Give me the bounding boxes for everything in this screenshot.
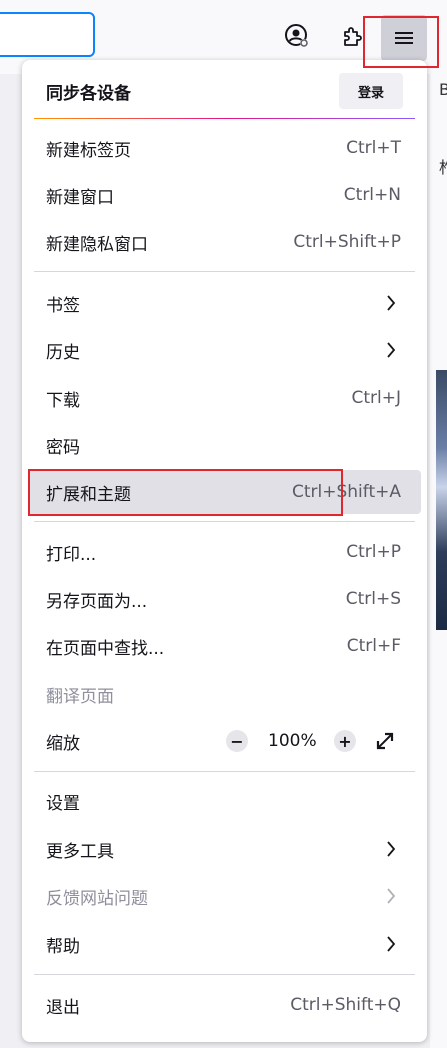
menu-separator xyxy=(34,974,415,975)
menu-separator xyxy=(34,271,415,272)
page-background-image xyxy=(436,370,447,630)
menu-item-print[interactable]: 打印... Ctrl+P xyxy=(28,530,421,574)
menu-item-settings[interactable]: 设置 xyxy=(28,779,421,823)
chevron-right-icon xyxy=(383,841,399,857)
accent-divider xyxy=(34,118,415,119)
account-button[interactable] xyxy=(275,14,319,58)
app-menu-panel: 同步各设备 登录 新建标签页 Ctrl+T 新建窗口 Ctrl+N 新建隐私窗口… xyxy=(22,60,427,1042)
menu-item-label: 更多工具 xyxy=(46,841,114,862)
menu-item-label: 书签 xyxy=(46,295,80,316)
chevron-right-icon xyxy=(383,342,399,358)
menu-item-history[interactable]: 历史 xyxy=(28,328,421,372)
hamburger-menu-icon xyxy=(395,32,413,44)
chevron-right-icon xyxy=(383,936,399,952)
menu-item-label: 翻译页面 xyxy=(46,686,114,707)
menu-item-addons-themes[interactable]: 扩展和主题 Ctrl+Shift+A xyxy=(28,470,421,514)
fullscreen-icon xyxy=(376,732,394,750)
menu-separator xyxy=(34,771,415,772)
menu-item-downloads[interactable]: 下载 Ctrl+J xyxy=(28,376,421,420)
signin-button[interactable]: 登录 xyxy=(339,73,403,109)
account-icon xyxy=(285,24,308,47)
menu-item-label: 打印... xyxy=(46,544,97,565)
menu-item-save-page-as[interactable]: 另存页面为... Ctrl+S xyxy=(28,577,421,621)
menu-item-shortcut: Ctrl+N xyxy=(343,185,401,205)
menu-item-label: 新建窗口 xyxy=(46,187,114,208)
chevron-right-icon xyxy=(383,888,399,904)
menu-item-bookmarks[interactable]: 书签 xyxy=(28,281,421,325)
menu-item-label: 反馈网站问题 xyxy=(46,888,148,909)
menu-item-shortcut: Ctrl+F xyxy=(346,636,401,656)
fullscreen-button[interactable] xyxy=(372,728,398,754)
menu-item-shortcut: Ctrl+Shift+A xyxy=(291,482,401,502)
menu-item-label: 新建标签页 xyxy=(46,140,131,161)
zoom-level[interactable]: 100% xyxy=(268,731,317,751)
menu-item-shortcut: Ctrl+S xyxy=(345,589,401,609)
menu-item-label: 扩展和主题 xyxy=(46,484,131,505)
puzzle-icon xyxy=(344,27,362,46)
menu-item-report-site-issue: 反馈网站问题 xyxy=(28,874,421,918)
menu-item-zoom: 缩放 − 100% + xyxy=(28,719,421,763)
menu-item-label: 在页面中查找... xyxy=(46,638,165,659)
zoom-in-button[interactable]: + xyxy=(334,730,356,752)
menu-item-label: 设置 xyxy=(46,793,80,814)
menu-item-shortcut: Ctrl+Shift+Q xyxy=(290,995,401,1015)
extensions-button[interactable] xyxy=(330,14,374,58)
menu-item-label: 退出 xyxy=(46,997,80,1018)
menu-item-label: 密码 xyxy=(46,437,80,458)
sync-title: 同步各设备 xyxy=(46,84,131,104)
menu-item-quit[interactable]: 退出 Ctrl+Shift+Q xyxy=(28,983,421,1027)
menu-item-label: 另存页面为... xyxy=(46,591,148,612)
menu-separator xyxy=(34,521,415,522)
background-text: B xyxy=(439,80,447,99)
menu-item-label: 历史 xyxy=(46,342,80,363)
menu-item-find-in-page[interactable]: 在页面中查找... Ctrl+F xyxy=(28,624,421,668)
menu-item-more-tools[interactable]: 更多工具 xyxy=(28,827,421,871)
background-text: 柞 xyxy=(439,154,447,178)
app-menu-button[interactable] xyxy=(381,15,427,61)
menu-item-label: 缩放 xyxy=(46,733,80,754)
menu-item-translate-page: 翻译页面 xyxy=(28,672,421,716)
menu-item-shortcut: Ctrl+T xyxy=(346,138,401,158)
menu-item-label: 帮助 xyxy=(46,936,80,957)
sync-header: 同步各设备 登录 xyxy=(22,60,427,118)
menu-item-passwords[interactable]: 密码 xyxy=(28,423,421,467)
zoom-out-button[interactable]: − xyxy=(226,730,248,752)
menu-item-shortcut: Ctrl+P xyxy=(346,542,401,562)
menu-item-shortcut: Ctrl+Shift+P xyxy=(293,232,401,252)
menu-item-new-window[interactable]: 新建窗口 Ctrl+N xyxy=(28,173,421,217)
menu-item-new-tab[interactable]: 新建标签页 Ctrl+T xyxy=(28,126,421,170)
menu-item-label: 下载 xyxy=(46,390,80,411)
chevron-right-icon xyxy=(383,295,399,311)
menu-item-label: 新建隐私窗口 xyxy=(46,234,148,255)
menu-item-shortcut: Ctrl+J xyxy=(351,388,401,408)
menu-item-new-private-window[interactable]: 新建隐私窗口 Ctrl+Shift+P xyxy=(28,220,421,264)
menu-item-help[interactable]: 帮助 xyxy=(28,922,421,966)
url-bar[interactable] xyxy=(0,12,95,57)
